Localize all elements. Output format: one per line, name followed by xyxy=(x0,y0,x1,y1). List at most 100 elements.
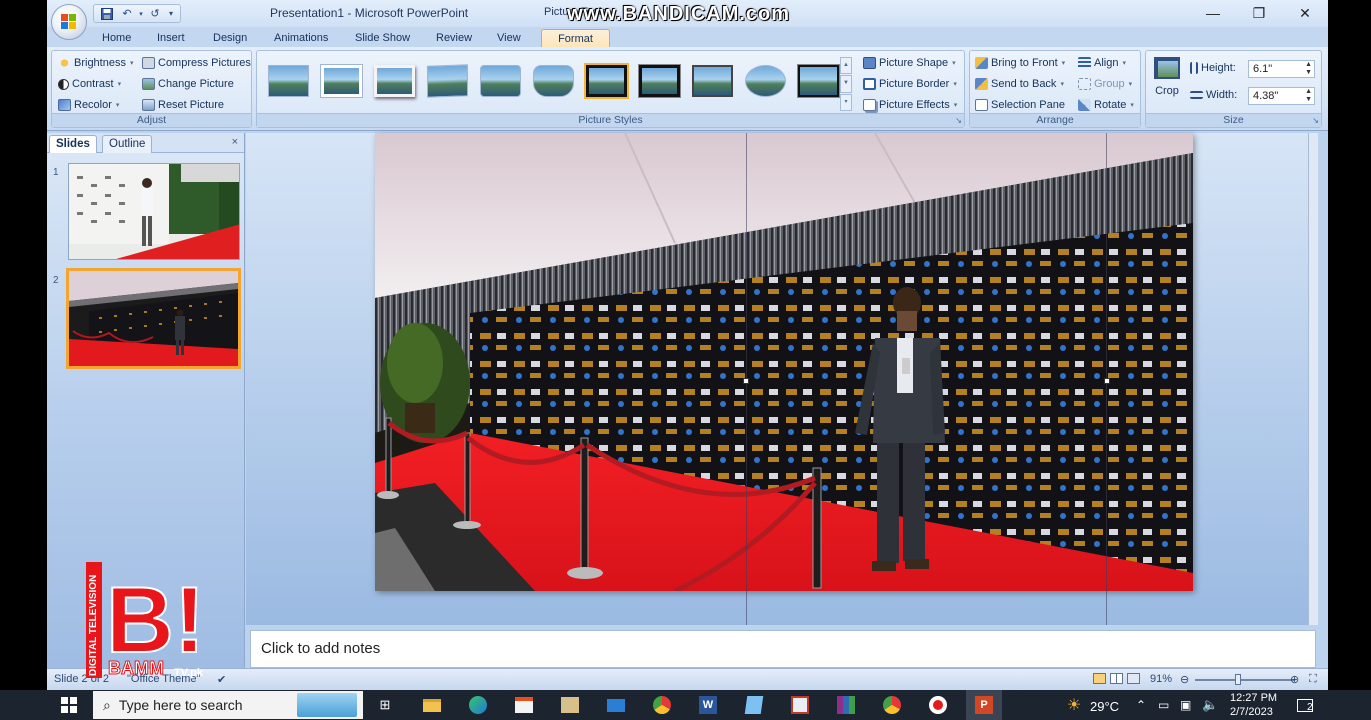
style-thumb-1[interactable] xyxy=(268,65,309,97)
tab-view[interactable]: View xyxy=(497,29,521,47)
height-spin-arrows-icon[interactable]: ▲ ▼ xyxy=(1305,61,1312,77)
style-thumb-6[interactable] xyxy=(533,65,574,97)
selection-handle-right[interactable] xyxy=(1104,378,1110,384)
zoom-out-icon[interactable]: ⊖ xyxy=(1180,673,1189,686)
tab-slide-show[interactable]: Slide Show xyxy=(355,29,410,47)
notes-pane[interactable]: Click to add notes xyxy=(250,630,1316,668)
network-icon[interactable]: ▭ xyxy=(1158,698,1169,712)
tab-animations[interactable]: Animations xyxy=(274,29,328,47)
tab-review[interactable]: Review xyxy=(436,29,472,47)
volume-icon[interactable]: 🔈 xyxy=(1202,697,1218,713)
style-thumb-5[interactable] xyxy=(480,65,521,97)
style-thumb-11[interactable] xyxy=(798,65,839,97)
rotate-button[interactable]: Rotate ▾ xyxy=(1078,99,1134,111)
dropdown-icon[interactable]: ▾ xyxy=(138,6,144,21)
slide-thumbnail-2[interactable] xyxy=(66,268,241,369)
change-picture-button[interactable]: Change Picture xyxy=(142,78,234,90)
style-thumb-7[interactable] xyxy=(584,63,629,99)
winrar-icon[interactable] xyxy=(834,690,858,720)
style-thumb-2[interactable] xyxy=(321,65,362,97)
group-button[interactable]: Group ▾ xyxy=(1078,78,1132,90)
display-icon[interactable]: ▣ xyxy=(1180,698,1191,712)
gallery-more-icon[interactable]: ▾ xyxy=(840,93,852,111)
save-icon[interactable] xyxy=(98,6,116,21)
gallery-scroller[interactable]: ▲ ▼ ▾ xyxy=(840,57,852,111)
compress-pictures-button[interactable]: Compress Pictures xyxy=(142,57,251,69)
brightness-icon xyxy=(58,57,71,69)
slide-sorter-icon[interactable] xyxy=(1110,673,1123,684)
tab-home[interactable]: Home xyxy=(102,29,131,47)
zoom-percent[interactable]: 91% xyxy=(1150,673,1172,685)
word-icon[interactable]: W xyxy=(696,690,720,720)
undo-icon[interactable]: ↶ xyxy=(118,6,136,21)
file-explorer-icon[interactable] xyxy=(420,690,444,720)
edge-browser-icon[interactable] xyxy=(466,690,490,720)
notes-app-icon[interactable] xyxy=(742,690,766,720)
task-view-icon[interactable]: ⊞ xyxy=(373,690,397,720)
style-thumb-3[interactable] xyxy=(374,65,415,97)
crop-button[interactable]: Crop xyxy=(1152,55,1182,105)
picture-styles-launcher-icon[interactable]: ↘ xyxy=(955,116,962,125)
height-spinner[interactable]: 6.1" ▲ ▼ xyxy=(1248,60,1315,78)
selection-pane-button[interactable]: Selection Pane xyxy=(975,99,1065,111)
recolor-button[interactable]: Recolor ▾ xyxy=(58,99,119,111)
reset-picture-button[interactable]: Reset Picture xyxy=(142,99,224,111)
vertical-scrollbar[interactable] xyxy=(1308,133,1318,625)
tab-slides[interactable]: Slides xyxy=(49,135,97,153)
send-to-back-button[interactable]: Send to Back ▾ xyxy=(975,78,1064,90)
current-slide[interactable] xyxy=(375,133,1193,591)
tab-insert[interactable]: Insert xyxy=(157,29,185,47)
style-thumb-8[interactable] xyxy=(639,65,680,97)
close-button[interactable]: ✕ xyxy=(1282,0,1328,26)
style-thumb-9[interactable] xyxy=(692,65,733,97)
tray-chevron-icon[interactable]: ⌃ xyxy=(1136,698,1146,712)
style-thumb-10[interactable] xyxy=(745,65,786,97)
clock-time[interactable]: 12:27 PM xyxy=(1230,692,1277,704)
taskbar-search-box[interactable]: ⌕ Type here to search xyxy=(93,691,363,719)
selection-handle-left[interactable] xyxy=(743,378,749,384)
contrast-button[interactable]: Contrast ▾ xyxy=(58,78,121,90)
paint-app-icon[interactable] xyxy=(788,690,812,720)
panel-close-icon[interactable]: × xyxy=(232,136,238,148)
fit-slide-icon[interactable]: ⛶ xyxy=(1309,673,1317,686)
zoom-in-icon[interactable]: ⊕ xyxy=(1290,673,1299,686)
recorder-icon[interactable] xyxy=(926,690,950,720)
minimize-button[interactable]: — xyxy=(1190,0,1236,26)
store-icon[interactable] xyxy=(512,690,536,720)
gallery-up-icon[interactable]: ▲ xyxy=(840,57,852,75)
zoom-slider-knob[interactable] xyxy=(1235,674,1241,685)
bring-to-front-button[interactable]: Bring to Front ▾ xyxy=(975,57,1065,69)
style-thumb-4[interactable] xyxy=(427,64,468,98)
width-spinner[interactable]: 4.38" ▲ ▼ xyxy=(1248,87,1315,105)
slide-show-icon[interactable] xyxy=(1127,673,1140,684)
picture-border-button[interactable]: Picture Border ▾ xyxy=(863,78,957,90)
powerpoint-taskbar-icon[interactable]: P xyxy=(966,690,1002,720)
tab-format[interactable]: Format xyxy=(541,29,610,47)
normal-view-icon[interactable] xyxy=(1093,673,1106,684)
red-carpet-picture[interactable] xyxy=(375,133,1193,591)
notification-center-icon[interactable]: 2 xyxy=(1290,690,1320,720)
photos-app-icon[interactable] xyxy=(558,690,582,720)
size-launcher-icon[interactable]: ↘ xyxy=(1312,116,1319,125)
weather-icon[interactable]: ☀ xyxy=(1062,690,1086,720)
customize-qat-icon[interactable]: ▾ xyxy=(166,6,176,21)
align-button[interactable]: Align ▾ xyxy=(1078,57,1126,69)
mail-icon[interactable] xyxy=(604,690,628,720)
clock-date[interactable]: 2/7/2023 xyxy=(1230,706,1273,718)
maximize-button[interactable]: ❐ xyxy=(1236,0,1282,26)
gallery-down-icon[interactable]: ▼ xyxy=(840,75,852,93)
picture-shape-button[interactable]: Picture Shape ▾ xyxy=(863,57,956,69)
picture-effects-button[interactable]: Picture Effects ▾ xyxy=(863,99,957,111)
width-spin-arrows-icon[interactable]: ▲ ▼ xyxy=(1305,88,1312,104)
slide-thumbnail-1[interactable] xyxy=(68,163,240,260)
temperature[interactable]: 29°C xyxy=(1090,699,1119,714)
tab-outline[interactable]: Outline xyxy=(102,135,153,153)
chrome-icon[interactable] xyxy=(650,690,674,720)
redo-icon[interactable]: ↺ xyxy=(146,6,164,21)
brightness-button[interactable]: Brightness ▾ xyxy=(58,57,134,69)
office-button[interactable] xyxy=(51,4,87,40)
zoom-slider[interactable] xyxy=(1195,679,1295,681)
chrome-profile-icon[interactable] xyxy=(880,690,904,720)
windows-start-icon[interactable] xyxy=(55,690,83,720)
tab-design[interactable]: Design xyxy=(213,29,247,47)
